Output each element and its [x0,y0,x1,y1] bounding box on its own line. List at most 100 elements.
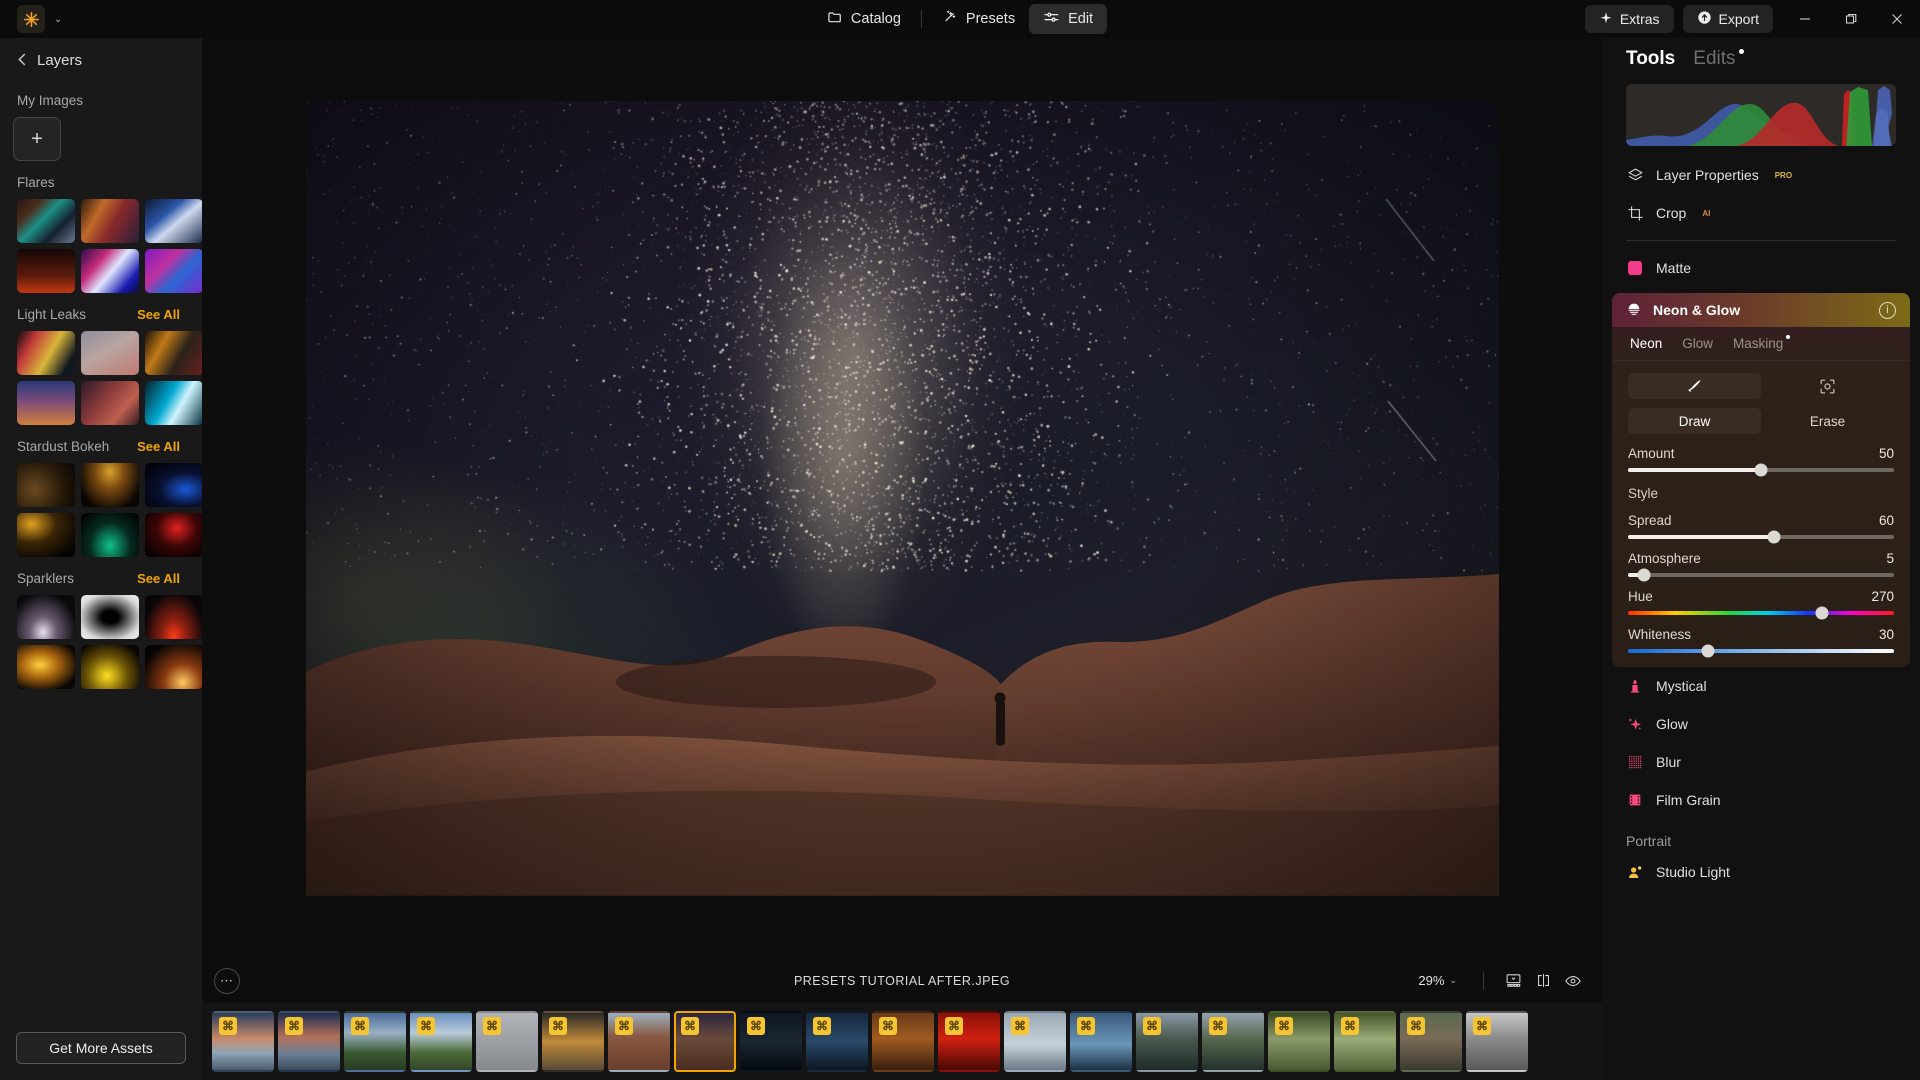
asset-thumbnail[interactable] [145,513,202,557]
nav-presets[interactable]: Presets [928,4,1029,34]
slider-whiteness[interactable] [1628,649,1894,653]
asset-thumbnail[interactable] [81,595,139,639]
effect-film-grain[interactable]: Film Grain [1602,781,1920,819]
tab-tools[interactable]: Tools [1626,48,1675,70]
export-button[interactable]: Export [1683,5,1773,33]
zoom-level-value[interactable]: 29% [1418,973,1444,988]
asset-thumbnail[interactable] [17,463,75,507]
see-all-link[interactable]: See All [137,439,180,454]
chevron-down-icon[interactable]: ⌄ [54,14,62,25]
tool-matte[interactable]: Matte [1602,249,1920,287]
tools-list[interactable]: Layer Properties PRO Crop AI Matte [1602,156,1920,1080]
filmstrip-thumbnail[interactable]: ⌘ [1400,1011,1462,1072]
asset-thumbnail[interactable] [81,463,139,507]
asset-thumbnail[interactable] [17,645,75,689]
draw-erase-toggle[interactable]: Draw Erase [1628,408,1894,434]
slider-knob[interactable] [1637,569,1650,582]
subtab-glow[interactable]: Glow [1682,336,1713,351]
see-all-link[interactable]: See All [137,571,180,586]
asset-thumbnail[interactable] [81,513,139,557]
filmstrip-thumbnail[interactable]: ⌘ [1334,1011,1396,1072]
filmstrip-thumbnail[interactable]: ⌘ [1202,1011,1264,1072]
asset-thumbnail[interactable] [81,381,139,425]
tool-studio-light[interactable]: Studio Light [1602,853,1920,891]
asset-thumbnail[interactable] [145,249,202,293]
add-image-button[interactable]: + [13,117,61,161]
nav-catalog[interactable]: Catalog [813,4,915,34]
get-more-assets-button[interactable]: Get More Assets [16,1032,186,1064]
asset-thumbnail[interactable] [17,249,75,293]
zoom-chevron-down-icon[interactable]: ⌄ [1449,975,1457,986]
asset-thumbnail[interactable] [145,331,202,375]
tab-edits[interactable]: Edits [1693,48,1735,70]
asset-thumbnail[interactable] [81,249,139,293]
filmstrip-thumbnail[interactable]: ⌘ [410,1011,472,1072]
filmstrip[interactable]: ⌘⌘⌘⌘⌘⌘⌘⌘⌘⌘⌘⌘⌘⌘⌘⌘⌘⌘⌘⌘ [202,1003,1602,1080]
filmstrip-thumbnail[interactable]: ⌘ [938,1011,1000,1072]
tool-crop[interactable]: Crop AI [1602,194,1920,232]
chevron-left-icon[interactable] [17,53,28,69]
slider-atmosphere[interactable] [1628,573,1894,577]
amount-slider[interactable] [1628,468,1894,472]
filmstrip-thumbnail[interactable]: ⌘ [542,1011,604,1072]
filmstrip-thumbnail[interactable]: ⌘ [1070,1011,1132,1072]
minimize-button[interactable] [1782,0,1828,38]
neon-mode-toggle[interactable] [1628,373,1894,399]
nav-edit[interactable]: Edit [1029,4,1107,34]
effect-mystical[interactable]: Mystical [1602,667,1920,705]
subtab-masking[interactable]: Masking [1733,336,1783,351]
filmstrip-thumbnail[interactable]: ⌘ [872,1011,934,1072]
sidebar-back-layers[interactable]: Layers [0,38,202,79]
slider-knob[interactable] [1768,531,1781,544]
filmstrip-thumbnail[interactable]: ⌘ [212,1011,274,1072]
brush-icon[interactable] [1628,373,1761,399]
asset-thumbnail[interactable] [17,513,75,557]
asset-thumbnail[interactable] [81,199,139,243]
see-all-link[interactable]: See All [137,307,180,322]
filmstrip-thumbnail[interactable]: ⌘ [476,1011,538,1072]
asset-thumbnail[interactable] [17,595,75,639]
brand[interactable]: ⌄ [17,5,62,33]
asset-thumbnail[interactable] [145,463,202,507]
draw-button[interactable]: Draw [1628,408,1761,434]
asset-thumbnail[interactable] [145,645,202,689]
filmstrip-thumbnail[interactable]: ⌘ [740,1011,802,1072]
edited-photo[interactable] [306,101,1499,896]
asset-thumbnail[interactable] [145,381,202,425]
neon-and-glow-header[interactable]: Neon & Glow i [1612,293,1910,327]
info-icon[interactable]: i [1879,302,1896,319]
filmstrip-thumbnail[interactable]: ⌘ [1136,1011,1198,1072]
asset-thumbnail[interactable] [145,199,202,243]
filmstrip-thumbnail[interactable]: ⌘ [806,1011,868,1072]
filmstrip-thumbnail[interactable]: ⌘ [1268,1011,1330,1072]
maximize-button[interactable] [1828,0,1874,38]
slider-knob[interactable] [1701,645,1714,658]
before-after-split-icon[interactable] [1528,972,1558,989]
erase-button[interactable]: Erase [1761,408,1894,434]
effect-blur[interactable]: Blur [1602,743,1920,781]
filmstrip-thumbnail[interactable]: ⌘ [1004,1011,1066,1072]
slider-knob[interactable] [1816,607,1829,620]
asset-thumbnail[interactable] [145,595,202,639]
close-button[interactable] [1874,0,1920,38]
asset-thumbnail[interactable] [81,645,139,689]
filmstrip-thumbnail[interactable]: ⌘ [344,1011,406,1072]
slider-spread[interactable] [1628,535,1894,539]
tool-layer-properties[interactable]: Layer Properties PRO [1602,156,1920,194]
asset-thumbnail[interactable] [17,381,75,425]
assets-scroll-area[interactable]: My Images + FlaresLight LeaksSee AllStar… [0,79,202,1020]
amount-slider-knob[interactable] [1755,464,1768,477]
filmstrip-toggle-icon[interactable] [1498,972,1528,989]
filmstrip-thumbnail[interactable]: ⌘ [278,1011,340,1072]
filmstrip-thumbnail[interactable]: ⌘ [1466,1011,1528,1072]
asset-thumbnail[interactable] [17,331,75,375]
subtab-neon[interactable]: Neon [1630,336,1662,351]
effect-glow[interactable]: Glow [1602,705,1920,743]
ellipsis-icon[interactable]: ⋯ [214,968,240,994]
eye-icon[interactable] [1558,972,1588,990]
slider-hue[interactable] [1628,611,1894,615]
focus-target-icon[interactable] [1761,373,1894,399]
filmstrip-thumbnail[interactable]: ⌘ [608,1011,670,1072]
filmstrip-thumbnail[interactable]: ⌘ [674,1011,736,1072]
extras-button[interactable]: Extras [1585,5,1674,33]
